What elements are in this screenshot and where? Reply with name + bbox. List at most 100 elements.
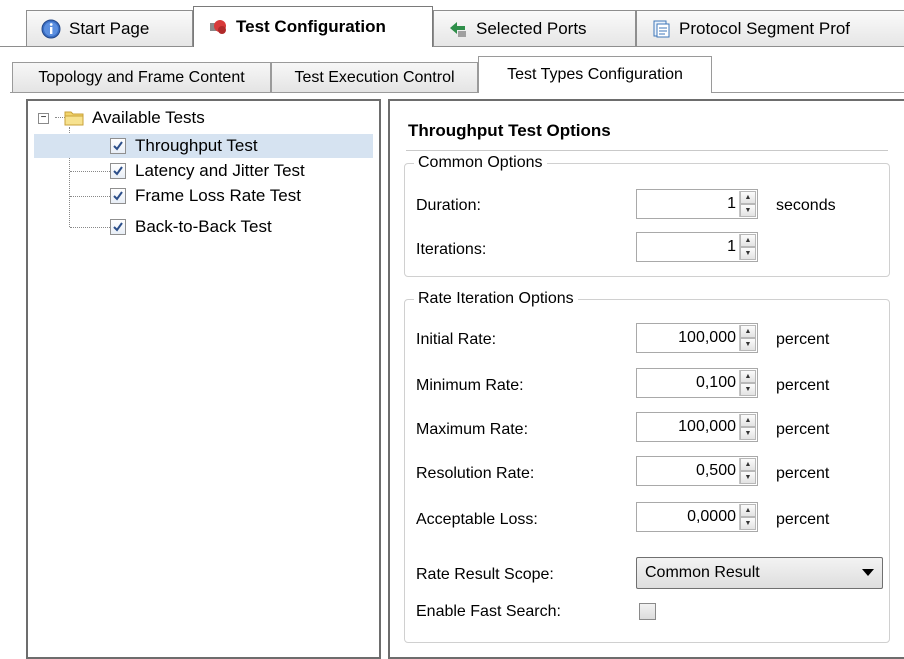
subtab-topology-frame-content[interactable]: Topology and Frame Content [12,62,271,92]
tab-selected-ports[interactable]: Selected Ports [433,10,636,46]
common-options-legend: Common Options [414,154,547,172]
checkbox-frame-loss-rate-test[interactable] [110,188,126,204]
spin-down-icon[interactable]: ▼ [740,338,756,351]
resolution-rate-label: Resolution Rate: [416,465,535,482]
subtab-label: Topology and Frame Content [38,68,245,86]
initial-rate-spinner[interactable]: 100,000 ▲ ▼ [636,323,758,353]
initial-rate-label: Initial Rate: [416,331,497,348]
spin-up-icon[interactable]: ▲ [740,370,756,383]
test-options-panel: Throughput Test Options Common Options D… [388,99,904,659]
collapse-icon[interactable]: − [38,112,49,124]
tree-item-label: Frame Loss Rate Test [135,186,301,205]
spin-up-icon[interactable]: ▲ [740,234,756,247]
subtab-test-execution-control[interactable]: Test Execution Control [271,62,478,92]
tree-root[interactable]: − Available Tests [38,106,205,130]
spin-up-icon[interactable]: ▲ [740,414,756,427]
available-tests-tree[interactable]: − Available Tests Throughput Test Latenc… [26,99,381,659]
subtab-divider [10,92,904,93]
document-icon [653,20,670,37]
duration-unit: seconds [776,197,836,214]
resolution-rate-spinner[interactable]: 0,500 ▲ ▼ [636,456,758,486]
acceptable-loss-value: 0,0000 [687,508,736,525]
tab-protocol-segment[interactable]: Protocol Segment Prof [636,10,904,46]
initial-rate-value: 100,000 [678,329,736,346]
maximum-rate-spinner[interactable]: 100,000 ▲ ▼ [636,412,758,442]
maximum-rate-label: Maximum Rate: [416,421,529,438]
maximum-rate-unit: percent [776,421,830,438]
iterations-label: Iterations: [416,241,487,258]
tree-item-label: Back-to-Back Test [135,217,272,236]
tab-label: Selected Ports [476,18,587,38]
tab-label: Test Configuration [236,17,386,36]
checkbox-back-to-back-test[interactable] [110,219,126,235]
spinner-buttons[interactable]: ▲ ▼ [739,191,756,217]
options-title: Throughput Test Options [408,121,611,140]
tree-connector [70,227,114,228]
chevron-down-icon [862,569,874,576]
acceptable-loss-label: Acceptable Loss: [416,511,538,528]
minimum-rate-unit: percent [776,377,830,394]
maximum-rate-value: 100,000 [678,418,736,435]
checkmark-icon [113,166,123,176]
tab-label: Protocol Segment Prof [679,18,851,38]
spinner-buttons[interactable]: ▲ ▼ [739,234,756,260]
spin-down-icon[interactable]: ▼ [740,383,756,396]
spin-up-icon[interactable]: ▲ [740,191,756,204]
rate-result-scope-dropdown[interactable]: Common Result [636,557,883,589]
spin-down-icon[interactable]: ▼ [740,517,756,530]
enable-fast-search-checkbox[interactable] [639,603,656,620]
checkbox-latency-jitter-test[interactable] [110,163,126,179]
minimum-rate-spinner[interactable]: 0,100 ▲ ▼ [636,368,758,398]
tree-item-throughput-test[interactable]: Throughput Test [34,134,373,158]
spin-up-icon[interactable]: ▲ [740,458,756,471]
subtab-label: Test Types Configuration [507,66,683,83]
acceptable-loss-unit: percent [776,511,830,528]
resolution-rate-value: 0,500 [695,462,736,479]
spin-up-icon[interactable]: ▲ [740,504,756,517]
spin-down-icon[interactable]: ▼ [740,471,756,484]
subtab-label: Test Execution Control [294,68,455,86]
tree-item-latency-jitter-test[interactable]: Latency and Jitter Test [110,159,305,183]
acceptable-loss-spinner[interactable]: 0,0000 ▲ ▼ [636,502,758,532]
minimum-rate-value: 0,100 [695,374,736,391]
checkmark-icon [113,191,123,201]
duration-spinner[interactable]: 1 ▲ ▼ [636,189,758,219]
checkbox-throughput-test[interactable] [110,138,126,154]
folder-icon [64,111,84,126]
duration-label: Duration: [416,197,481,214]
spin-down-icon[interactable]: ▼ [740,204,756,217]
rate-result-scope-value: Common Result [645,564,760,581]
rate-result-scope-label: Rate Result Scope: [416,566,554,583]
tree-connector [70,196,114,197]
tree-item-label: Latency and Jitter Test [135,161,305,180]
spinner-buttons[interactable]: ▲ ▼ [739,370,756,396]
tree-item-frame-loss-rate-test[interactable]: Frame Loss Rate Test [110,184,301,208]
tree-item-back-to-back-test[interactable]: Back-to-Back Test [110,215,272,239]
document-tab-bar: Start Page Test Configuration Selected P… [0,0,904,47]
tree-item-label: Throughput Test [135,136,258,155]
minimum-rate-label: Minimum Rate: [416,377,524,394]
spinner-buttons[interactable]: ▲ ▼ [739,504,756,530]
spin-down-icon[interactable]: ▼ [740,247,756,260]
spinner-buttons[interactable]: ▲ ▼ [739,325,756,351]
rate-iteration-options-legend: Rate Iteration Options [414,290,578,308]
spinner-buttons[interactable]: ▲ ▼ [739,458,756,484]
spinner-buttons[interactable]: ▲ ▼ [739,414,756,440]
tab-test-configuration[interactable]: Test Configuration [193,6,433,47]
tab-bar-divider [0,46,904,47]
checkmark-icon [113,222,123,232]
spin-up-icon[interactable]: ▲ [740,325,756,338]
info-icon [41,19,61,38]
initial-rate-unit: percent [776,331,830,348]
spin-down-icon[interactable]: ▼ [740,427,756,440]
checkmark-icon [113,141,123,151]
subtab-test-types-configuration[interactable]: Test Types Configuration [478,56,712,93]
ports-icon [450,21,466,37]
title-divider [406,150,888,151]
resolution-rate-unit: percent [776,465,830,482]
tree-root-label: Available Tests [92,108,205,127]
iterations-value: 1 [727,238,736,255]
tree-connector [70,171,114,172]
iterations-spinner[interactable]: 1 ▲ ▼ [636,232,758,262]
tab-start-page[interactable]: Start Page [26,10,193,46]
